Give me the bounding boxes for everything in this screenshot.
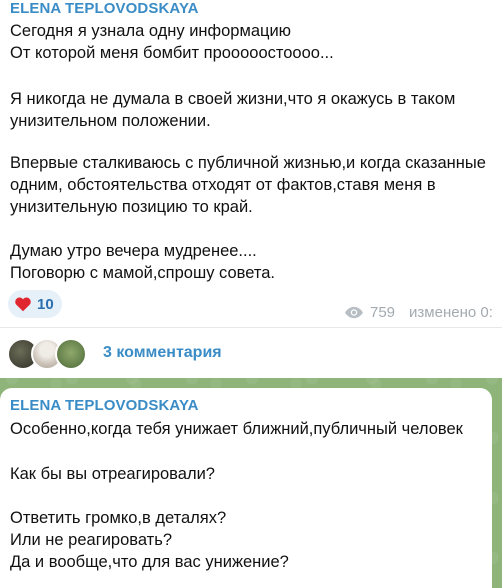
edited-label: изменено 0:: [409, 303, 493, 321]
post-text-line: Ответить громко,в деталях?: [10, 509, 227, 527]
post-meta: 759 изменено 0:: [344, 301, 493, 323]
post-text-line: Поговорю с мамой,спрошу совета.: [10, 264, 275, 282]
channel-post: ELENA TEPLOVODSKAYA Особенно,когда тебя …: [0, 388, 492, 588]
post-text-line: Думаю утро вечера мудренее....: [10, 242, 257, 260]
comments-link[interactable]: 3 комментария: [103, 344, 222, 362]
avatar: [55, 338, 87, 370]
post-text-line: Особенно,когда тебя унижает ближний,публ…: [10, 420, 463, 438]
post-text-line: одним, обстоятельства отходят от фактов,…: [10, 176, 436, 194]
view-count: 759: [370, 303, 396, 321]
heart-icon: [15, 297, 31, 312]
eye-icon: [345, 306, 363, 318]
post-text-line: Да и вообще,что для вас унижение?: [10, 553, 289, 571]
post-text-line: Или не реагировать?: [10, 531, 173, 549]
commenter-avatars: [7, 338, 87, 370]
post-text-line: Я никогда не думала в своей жизни,что я …: [10, 90, 456, 108]
reaction-count: 10: [37, 295, 54, 313]
post-text-line: От которой меня бомбит прооооостоооо...: [10, 44, 334, 62]
post-text-line: Сегодня я узнала одну информацию: [10, 22, 292, 40]
post-text-line: Как бы вы отреагировали?: [10, 465, 215, 483]
post-text-line: унизительном положении.: [10, 112, 211, 130]
channel-post: ELENA TEPLOVODSKAYA Сегодня я узнала одн…: [0, 0, 502, 378]
post-text-line: унизительную позицию то край.: [10, 198, 253, 216]
post-author[interactable]: ELENA TEPLOVODSKAYA: [10, 0, 199, 17]
post-text-line: Впервые сталкиваюсь с публичной жизнью,и…: [10, 154, 486, 172]
comments-bar[interactable]: 3 комментария: [0, 328, 502, 378]
reaction-chip[interactable]: 10: [8, 290, 62, 318]
post-author[interactable]: ELENA TEPLOVODSKAYA: [10, 397, 199, 414]
